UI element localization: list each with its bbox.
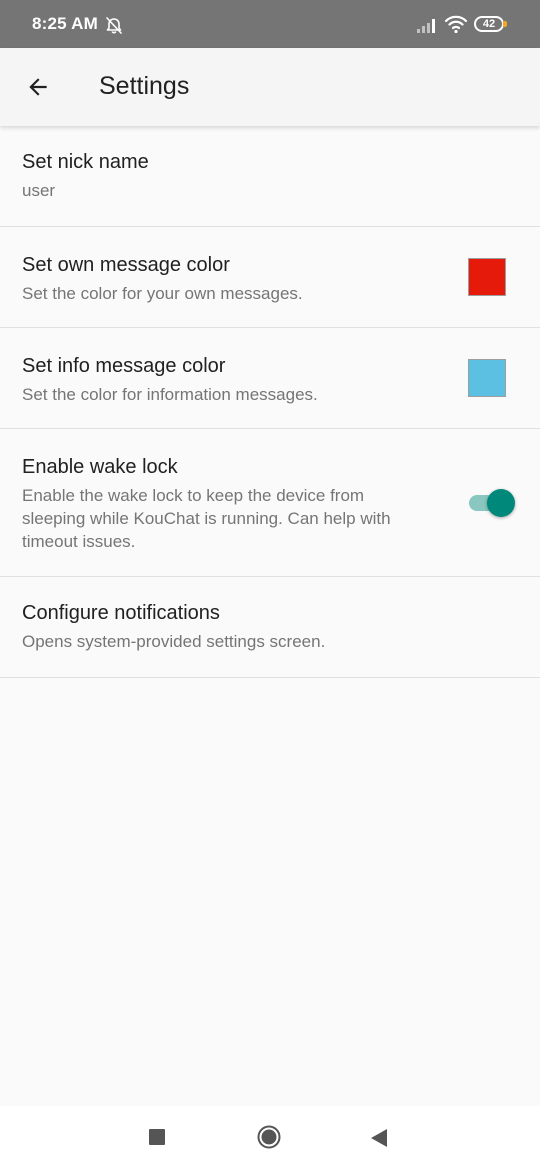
pref-summary: Opens system-provided settings screen. bbox=[22, 632, 326, 651]
own-color-swatch[interactable] bbox=[468, 258, 506, 296]
info-color-swatch[interactable] bbox=[468, 359, 506, 397]
battery-charge-indicator bbox=[503, 21, 507, 27]
pref-wake-lock[interactable]: Enable wake lock Enable the wake lock to… bbox=[0, 429, 540, 577]
back-triangle-icon[interactable] bbox=[370, 1128, 388, 1148]
pref-info-message-color[interactable]: Set info message color Set the color for… bbox=[0, 328, 540, 429]
battery-icon: 42 bbox=[474, 16, 504, 32]
page-title: Settings bbox=[99, 72, 190, 100]
pref-summary: Enable the wake lock to keep the device … bbox=[22, 486, 391, 551]
system-nav-bar bbox=[0, 1106, 540, 1170]
recents-icon[interactable] bbox=[149, 1129, 165, 1145]
preferences-list: Set nick name user Set own message color… bbox=[0, 126, 540, 678]
status-time: 8:25 AM bbox=[32, 14, 98, 33]
pref-title: Set nick name bbox=[22, 151, 149, 173]
pref-title: Set own message color bbox=[22, 254, 230, 276]
arrow-back-icon bbox=[29, 78, 47, 96]
pref-summary: Set the color for your own messages. bbox=[22, 284, 303, 303]
wake-lock-toggle[interactable] bbox=[469, 487, 515, 517]
pref-summary: user bbox=[22, 181, 56, 200]
pref-configure-notifications[interactable]: Configure notifications Opens system-pro… bbox=[0, 577, 540, 678]
app-bar: Settings bbox=[0, 48, 540, 126]
status-bar: 8:25 AM 42 bbox=[0, 0, 540, 48]
pref-summary: Set the color for information messages. bbox=[22, 385, 318, 404]
pref-title: Set info message color bbox=[22, 355, 226, 377]
home-icon[interactable] bbox=[257, 1125, 281, 1149]
alarm-off-icon bbox=[106, 17, 122, 34]
pref-title: Enable wake lock bbox=[22, 456, 178, 478]
wifi-icon bbox=[444, 15, 468, 34]
pref-own-message-color[interactable]: Set own message color Set the color for … bbox=[0, 227, 540, 328]
signal-icon bbox=[417, 19, 435, 33]
back-button[interactable] bbox=[16, 65, 60, 109]
toggle-thumb bbox=[487, 489, 515, 517]
pref-title: Configure notifications bbox=[22, 602, 220, 624]
pref-nick-name[interactable]: Set nick name user bbox=[0, 126, 540, 227]
